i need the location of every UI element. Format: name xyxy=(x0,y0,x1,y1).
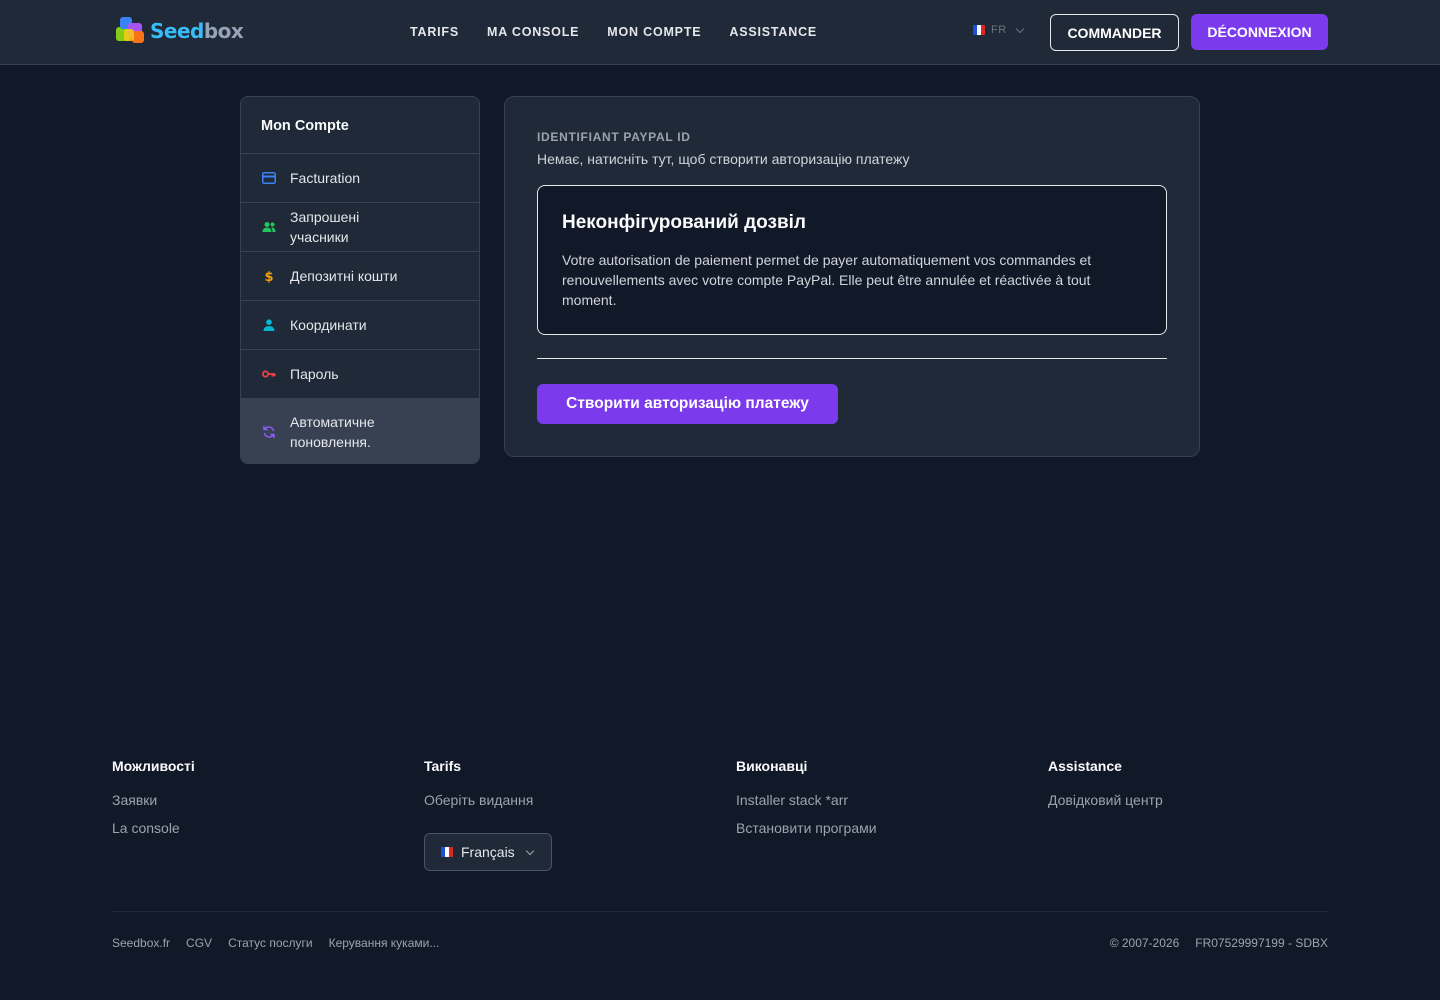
sidebar-item-label: Координати xyxy=(290,317,367,333)
nav-assistance[interactable]: ASSISTANCE xyxy=(729,25,817,39)
unconfigured-notice: Неконфігурований дозвіл Votre autorisati… xyxy=(537,185,1167,335)
logo-text-seed: Seed xyxy=(150,19,204,43)
nav-mon-compte[interactable]: MON COMPTE xyxy=(607,25,701,39)
refresh-icon xyxy=(262,425,276,439)
divider xyxy=(537,358,1167,359)
sidebar-item-label: Facturation xyxy=(290,170,361,186)
footer-legal-link[interactable]: Керування куками... xyxy=(329,936,440,950)
footer-link[interactable]: Встановити програми xyxy=(736,820,1016,838)
footer-legal-link[interactable]: Статус послуги xyxy=(228,936,313,950)
credit-card-icon xyxy=(262,171,276,185)
create-authorization-button[interactable]: Створити авторизацію платежу xyxy=(537,384,838,424)
sidebar-item-deposits[interactable]: $ Депозитні кошти xyxy=(241,252,479,301)
footer-column-title: Можливості xyxy=(112,758,195,774)
footer-link[interactable]: Довідковий центр xyxy=(1048,792,1328,810)
france-flag-icon xyxy=(441,847,453,857)
payment-authorization-panel: IDENTIFIANT PAYPAL ID Немає, натисніть т… xyxy=(504,96,1200,457)
svg-text:$: $ xyxy=(264,270,273,283)
footer-column-features: Можливості Заявки La console xyxy=(112,758,392,848)
footer-copyright: © 2007-2026 FR07529997199 - SDBX xyxy=(1110,936,1328,950)
users-icon xyxy=(262,220,276,234)
logout-button[interactable]: DÉCONNEXION xyxy=(1191,14,1328,50)
footer-link[interactable]: Installer stack *arr xyxy=(736,792,1016,810)
sidebar-item-billing[interactable]: Facturation xyxy=(241,154,479,203)
logo-mark-icon xyxy=(114,15,148,47)
footer-column-title: Виконавці xyxy=(736,758,808,774)
footer-link[interactable]: La console xyxy=(112,820,392,838)
footer-legal-links: Seedbox.fr CGV Статус послуги Керування … xyxy=(112,936,439,950)
sidebar-item-label: Автоматичне поновлення. xyxy=(290,413,375,450)
top-navbar: Seedbox TARIFS MA CONSOLE MON COMPTE ASS… xyxy=(0,0,1440,65)
footer-link[interactable]: Заявки xyxy=(112,792,392,810)
language-switcher[interactable]: FR xyxy=(973,24,1024,36)
dollar-icon: $ xyxy=(262,269,276,283)
sidebar-item-contact-details[interactable]: Координати xyxy=(241,301,479,350)
footer-column-tarifs: Tarifs Оберіть видання xyxy=(424,758,704,820)
notice-title: Неконфігурований дозвіл xyxy=(562,212,806,233)
company-id-text: FR07529997199 - SDBX xyxy=(1195,936,1328,950)
sidebar-title: Mon Compte xyxy=(241,97,479,154)
footer-column-title: Assistance xyxy=(1048,758,1122,774)
language-code: FR xyxy=(991,24,1007,36)
chevron-down-icon xyxy=(1015,24,1024,33)
logo-text-box: box xyxy=(203,19,244,43)
user-icon xyxy=(262,318,276,332)
sidebar-item-invited-members[interactable]: Запрошені учасники xyxy=(241,203,479,252)
sidebar-item-label: Пароль xyxy=(290,366,339,382)
footer-column-title: Tarifs xyxy=(424,758,462,774)
order-button[interactable]: COMMANDER xyxy=(1050,14,1179,51)
account-sidebar: Mon Compte Facturation Запрошені учасник… xyxy=(240,96,480,464)
paypal-id-value[interactable]: Немає, натисніть тут, щоб створити автор… xyxy=(537,151,910,167)
seedbox-logo[interactable]: Seedbox xyxy=(114,15,246,47)
footer-column-performers: Виконавці Installer stack *arr Встановит… xyxy=(736,758,1016,848)
sidebar-item-label: Запрошені учасники xyxy=(290,209,360,245)
notice-text: Votre autorisation de paiement permet de… xyxy=(562,252,1092,308)
language-select-value: Français xyxy=(461,844,515,860)
footer-divider xyxy=(112,911,1328,912)
sidebar-item-password[interactable]: Пароль xyxy=(241,350,479,399)
france-flag-icon xyxy=(973,25,985,35)
sidebar-item-label: Депозитні кошти xyxy=(290,268,398,284)
footer-column-assistance: Assistance Довідковий центр xyxy=(1048,758,1328,820)
footer-language-select[interactable]: Français xyxy=(424,833,552,871)
footer-legal-link[interactable]: Seedbox.fr xyxy=(112,936,170,950)
footer-link[interactable]: Оберіть видання xyxy=(424,792,704,810)
key-icon xyxy=(262,367,276,381)
main-nav: TARIFS MA CONSOLE MON COMPTE ASSISTANCE xyxy=(410,0,817,64)
copyright-text: © 2007-2026 xyxy=(1109,936,1180,950)
nav-ma-console[interactable]: MA CONSOLE xyxy=(487,25,579,39)
paypal-id-label: IDENTIFIANT PAYPAL ID xyxy=(537,130,691,144)
chevron-down-icon xyxy=(525,846,534,855)
sidebar-item-auto-renewal[interactable]: Автоматичне поновлення. xyxy=(241,399,479,463)
nav-tarifs[interactable]: TARIFS xyxy=(410,25,459,39)
footer-legal-link[interactable]: CGV xyxy=(186,936,212,950)
